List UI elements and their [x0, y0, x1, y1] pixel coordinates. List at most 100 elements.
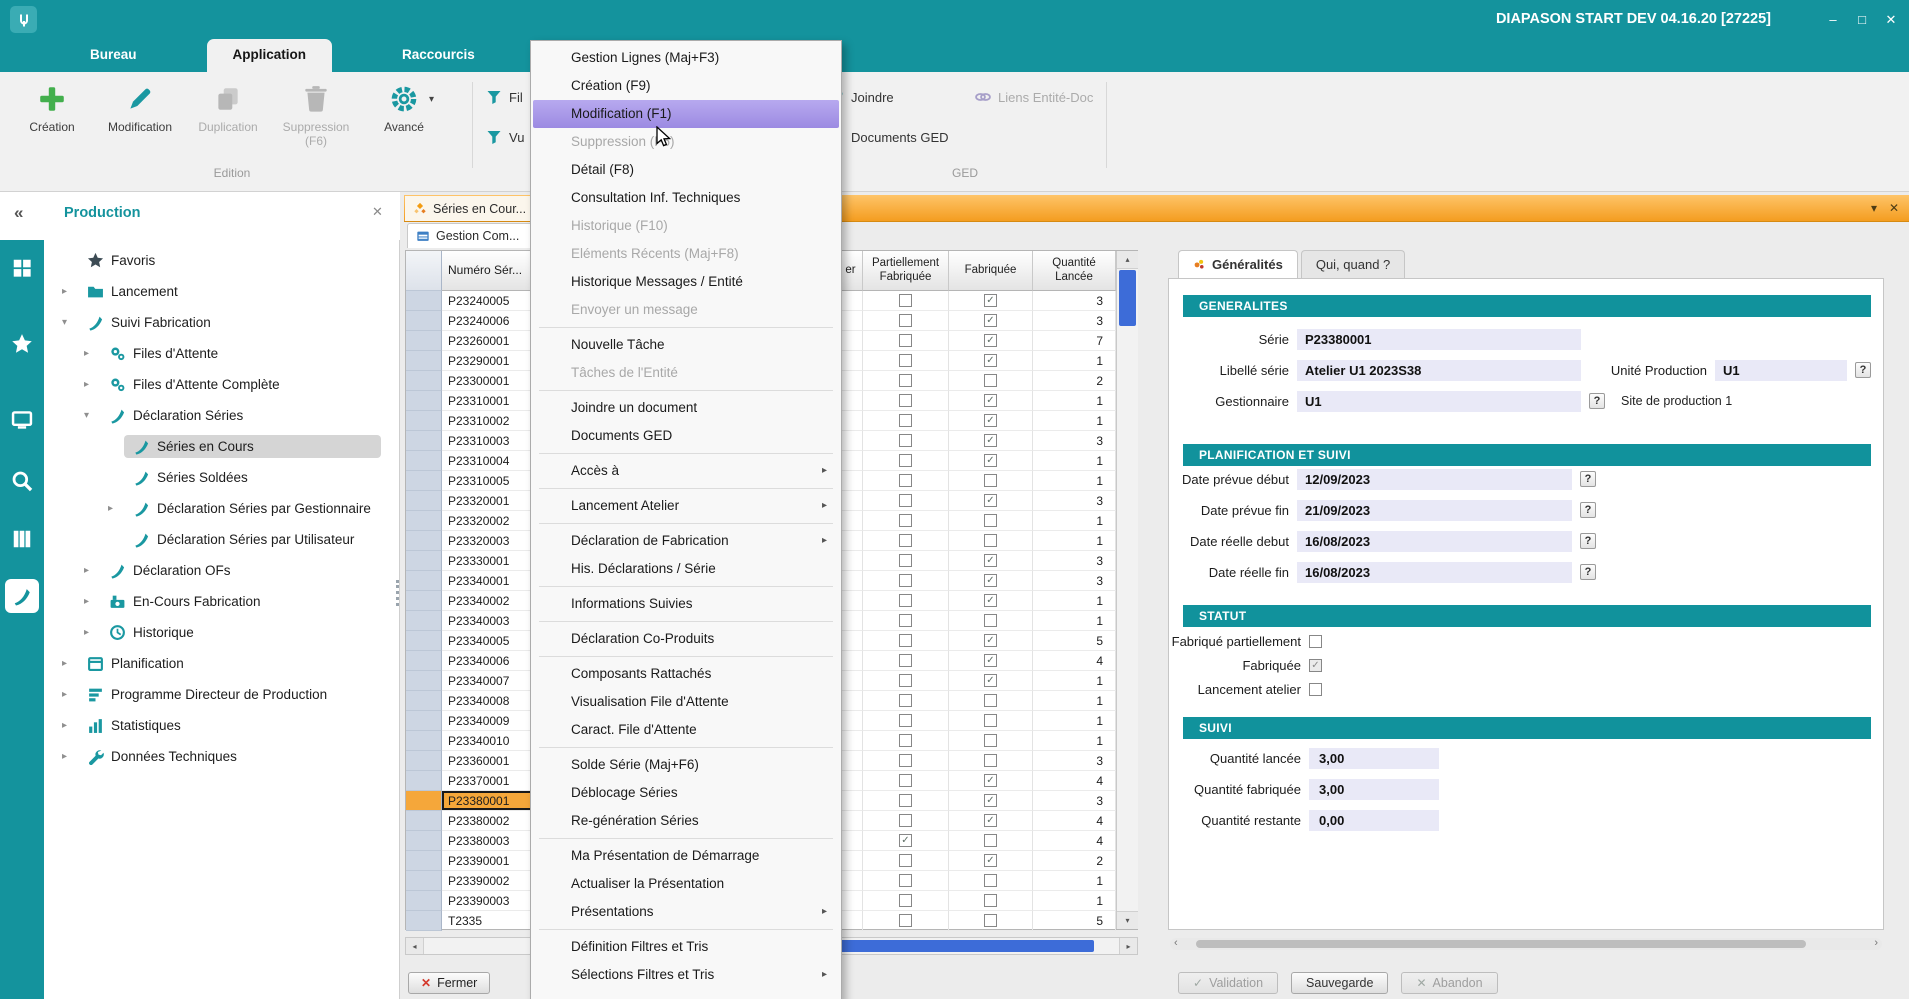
row-selector-cell[interactable] [406, 411, 442, 431]
row-selector-cell[interactable] [406, 631, 442, 651]
table-vertical-scrollbar[interactable]: ▴ ▾ [1116, 251, 1138, 929]
row-selector-cell[interactable] [406, 691, 442, 711]
row-selector-cell[interactable] [406, 451, 442, 471]
chevron-right-icon[interactable]: ▸ [62, 689, 78, 700]
quantite-restante-field[interactable]: 0,00 [1309, 810, 1439, 831]
avance-button[interactable]: ▾Avancé [360, 80, 448, 149]
row-selector-cell[interactable] [406, 491, 442, 511]
fabriquee-checkbox[interactable]: ✓ [984, 854, 997, 867]
numero-serie-cell[interactable]: P23380003 [442, 831, 538, 851]
fabriquee-checkbox[interactable] [984, 694, 997, 707]
header-quantite-lancee[interactable]: Quantité Lancée [1033, 251, 1116, 291]
menu-item-definition-filtres-et-tris[interactable]: Définition Filtres et Tris [533, 933, 839, 961]
quantite-lancee-field[interactable]: 3,00 [1309, 748, 1439, 769]
creation-button[interactable]: Création [8, 80, 96, 149]
partiellement-fabriquee-checkbox[interactable] [899, 654, 912, 667]
sidebar-item-declaration-series[interactable]: ▾Déclaration Séries [44, 400, 399, 431]
tab-raccourcis[interactable]: Raccourcis [376, 39, 501, 72]
libelle-serie-field[interactable]: Atelier U1 2023S38 [1297, 360, 1581, 381]
fabriquee-checkbox[interactable]: ✓ [984, 794, 997, 807]
partiellement-fabriquee-checkbox[interactable] [899, 714, 912, 727]
scroll-down-icon[interactable]: ▾ [1117, 911, 1138, 929]
partiellement-fabriquee-checkbox[interactable] [899, 374, 912, 387]
fabriquee-checkbox[interactable]: ✓ [984, 334, 997, 347]
numero-serie-cell[interactable]: P23290001 [442, 351, 538, 371]
fabriquee-checkbox[interactable]: ✓ [984, 814, 997, 827]
fabriquee-checkbox[interactable]: ✓ [984, 594, 997, 607]
numero-serie-cell[interactable]: P23340003 [442, 611, 538, 631]
fabrique-partiellement-checkbox[interactable] [1309, 635, 1322, 648]
scroll-left-icon[interactable]: ◂ [406, 938, 424, 954]
menu-item-composants-rattaches[interactable]: Composants Rattachés [533, 660, 839, 688]
fabriquee-checkbox[interactable] [984, 874, 997, 887]
details-horizontal-scrollbar[interactable]: ‹ › [1170, 938, 1882, 950]
numero-serie-cell[interactable]: P23260001 [442, 331, 538, 351]
fabriquee-checkbox[interactable] [984, 754, 997, 767]
row-selector-cell[interactable] [406, 771, 442, 791]
numero-serie-cell[interactable]: P23340005 [442, 631, 538, 651]
menu-item-modification-f1[interactable]: Modification (F1) [533, 100, 839, 128]
menu-item-nouvelle-tache[interactable]: Nouvelle Tâche [533, 331, 839, 359]
numero-serie-cell[interactable]: P23300001 [442, 371, 538, 391]
row-selector-cell[interactable] [406, 851, 442, 871]
row-selector-cell[interactable] [406, 431, 442, 451]
menu-item-gestion-lignes-maj-f3[interactable]: Gestion Lignes (Maj+F3) [533, 44, 839, 72]
numero-serie-cell[interactable]: P23340009 [442, 711, 538, 731]
menu-item-ma-presentation-de-demarrage[interactable]: Ma Présentation de Démarrage [533, 842, 839, 870]
fabriquee-checkbox[interactable]: ✓ [984, 774, 997, 787]
tab-bureau[interactable]: Bureau [64, 39, 163, 72]
partiellement-fabriquee-checkbox[interactable] [899, 754, 912, 767]
sauvegarde-button[interactable]: Sauvegarde [1291, 972, 1388, 994]
tab-application[interactable]: Application [207, 39, 333, 72]
menu-item-visualisation-file-d-attente[interactable]: Visualisation File d'Attente [533, 688, 839, 716]
help-button[interactable]: ? [1580, 471, 1596, 487]
header-fabriquee[interactable]: Fabriquée [949, 251, 1033, 291]
menu-item-selections-filtres-et-tris[interactable]: Sélections Filtres et Tris▸ [533, 961, 839, 989]
sidebar-item-donnees-techniques[interactable]: ▸Données Techniques [44, 741, 399, 772]
menu-item-presentations[interactable]: Présentations▸ [533, 898, 839, 926]
numero-serie-cell[interactable]: P23320001 [442, 491, 538, 511]
fabriquee-checkbox[interactable] [984, 474, 997, 487]
fabriquee-checkbox[interactable]: ✓ [1309, 659, 1322, 672]
desktop-icon[interactable] [11, 409, 33, 431]
row-selector-cell[interactable] [406, 791, 442, 811]
partiellement-fabriquee-checkbox[interactable] [899, 314, 912, 327]
row-selector-cell[interactable] [406, 671, 442, 691]
partiellement-fabriquee-checkbox[interactable] [899, 894, 912, 907]
chevron-right-icon[interactable]: ▸ [62, 720, 78, 731]
doc-collapse-icon[interactable]: ▾ [1871, 195, 1877, 222]
numero-serie-cell[interactable]: P23310002 [442, 411, 538, 431]
help-button[interactable]: ? [1580, 564, 1596, 580]
menu-item-detail-f8[interactable]: Détail (F8) [533, 156, 839, 184]
data-table-icon[interactable] [11, 528, 33, 550]
sidebar-item-favoris[interactable]: Favoris [44, 245, 399, 276]
scroll-right-icon[interactable]: › [1874, 937, 1878, 949]
menu-item-declaration-co-produits[interactable]: Déclaration Co-Produits [533, 625, 839, 653]
sidebar-item-series-en-cours[interactable]: Séries en Cours [44, 431, 399, 462]
partiellement-fabriquee-checkbox[interactable] [899, 694, 912, 707]
fabriquee-checkbox[interactable]: ✓ [984, 554, 997, 567]
vu-filter-button[interactable]: Vu [486, 124, 524, 150]
numero-serie-cell[interactable]: P23320003 [442, 531, 538, 551]
partiellement-fabriquee-checkbox[interactable] [899, 414, 912, 427]
numero-serie-cell[interactable]: P23240005 [442, 291, 538, 311]
sidebar-item-series-soldees[interactable]: Séries Soldées [44, 462, 399, 493]
row-selector-cell[interactable] [406, 591, 442, 611]
fabriquee-checkbox[interactable]: ✓ [984, 654, 997, 667]
menu-item-consultation-inf-techniques[interactable]: Consultation Inf. Techniques [533, 184, 839, 212]
numero-serie-cell[interactable]: P23360001 [442, 751, 538, 771]
row-selector-cell[interactable] [406, 331, 442, 351]
fabriquee-checkbox[interactable] [984, 894, 997, 907]
fabriquee-checkbox[interactable]: ✓ [984, 414, 997, 427]
fabriquee-checkbox[interactable] [984, 714, 997, 727]
fabriquee-checkbox[interactable]: ✓ [984, 454, 997, 467]
fabriquee-checkbox[interactable] [984, 534, 997, 547]
row-selector-cell[interactable] [406, 351, 442, 371]
numero-serie-cell[interactable]: P23380002 [442, 811, 538, 831]
fabriquee-checkbox[interactable]: ✓ [984, 354, 997, 367]
row-selector-cell[interactable] [406, 711, 442, 731]
chevron-down-icon[interactable]: ▾ [62, 317, 78, 328]
partiellement-fabriquee-checkbox[interactable] [899, 914, 912, 927]
numero-serie-cell[interactable]: P23340006 [442, 651, 538, 671]
partiellement-fabriquee-checkbox[interactable] [899, 734, 912, 747]
